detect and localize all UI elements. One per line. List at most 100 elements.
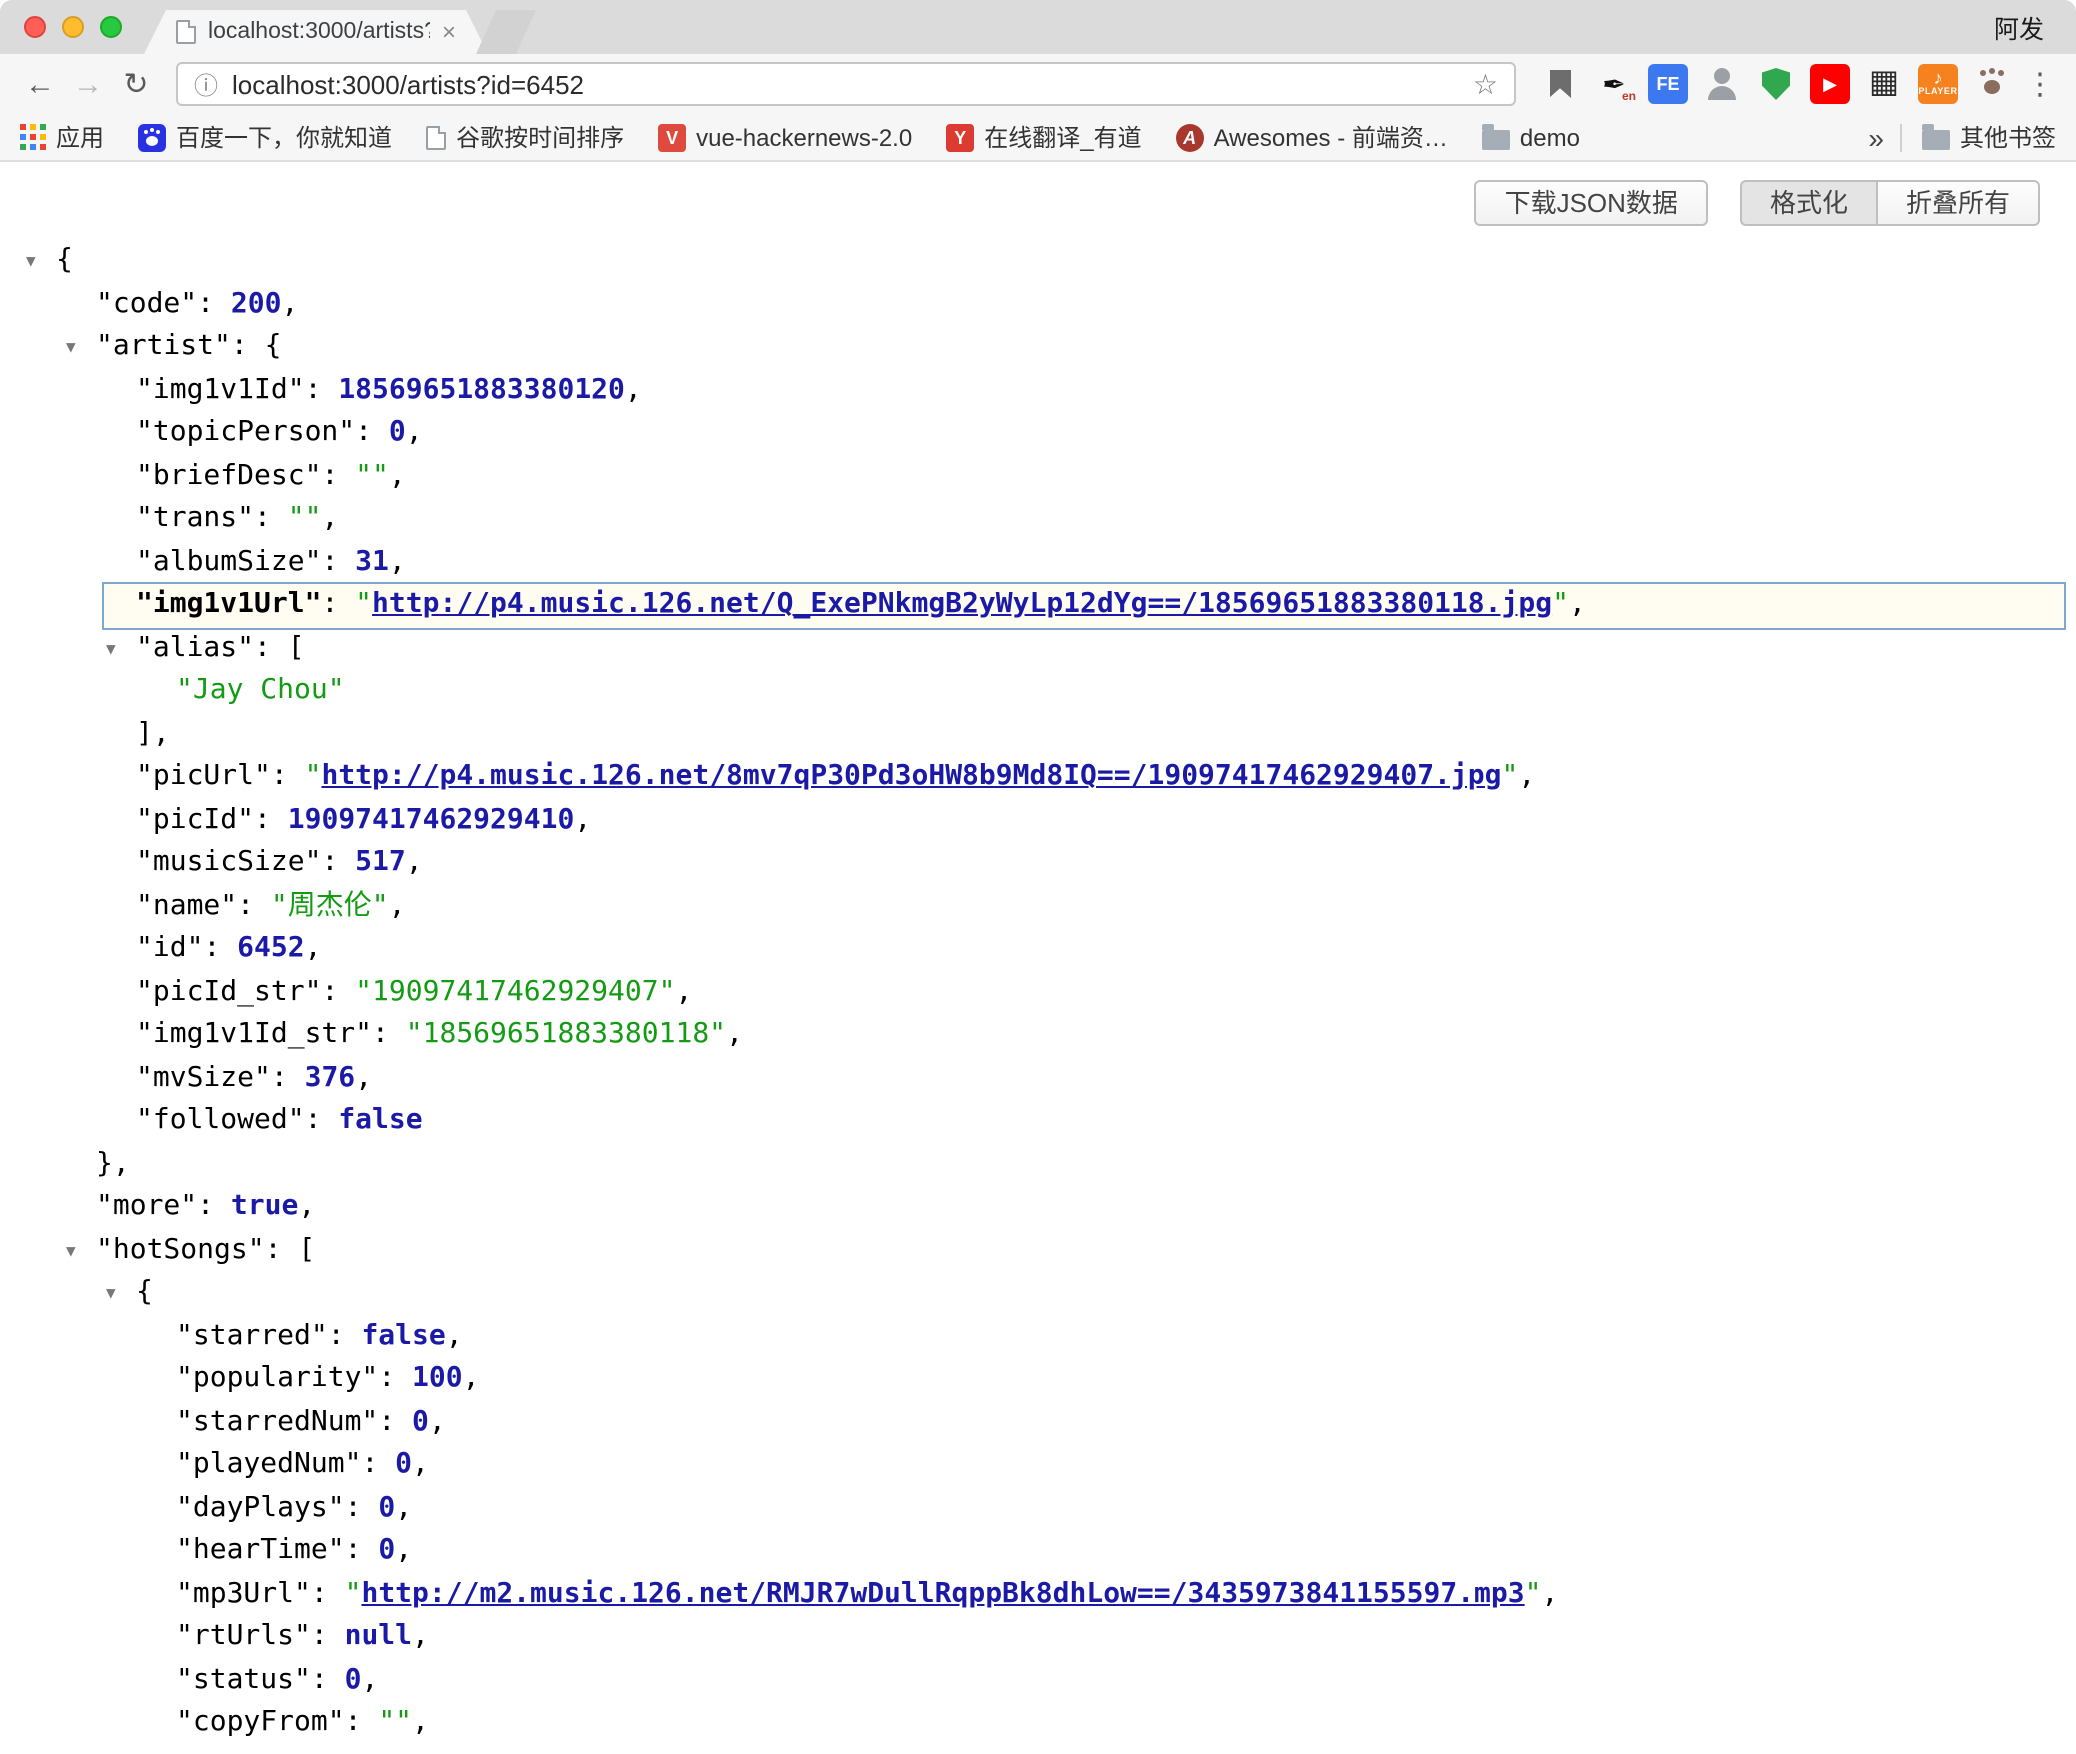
profile-name[interactable]: 阿发 [1994, 8, 2044, 46]
json-line: "img1v1Id": 18569651883380120, [0, 369, 2076, 412]
json-token: : [237, 889, 271, 921]
browser-menu-icon[interactable]: ⋮ [2020, 66, 2060, 102]
collapse-toggle-icon[interactable]: ▼ [66, 1229, 76, 1272]
collapse-toggle-icon[interactable]: ▼ [106, 627, 116, 670]
json-token: : [328, 1319, 362, 1351]
json-token: , [305, 932, 322, 964]
other-bookmarks-label: 其他书签 [1960, 120, 2056, 154]
json-token: { [56, 244, 73, 276]
v-badge-icon: V [658, 123, 686, 151]
json-token: 6452 [237, 932, 304, 964]
json-key: "more" [96, 1190, 197, 1222]
forward-button[interactable]: → [64, 69, 112, 99]
site-info-icon[interactable]: ⓘ [194, 67, 218, 101]
bookmarks-separator [1900, 123, 1902, 151]
json-line: "popularity": 100, [0, 1358, 2076, 1401]
json-key: "img1v1Url" [136, 588, 321, 620]
fehelper-extension-icon[interactable]: FE [1648, 64, 1688, 104]
bookmark-item[interactable]: Vvue-hackernews-2.0 [658, 123, 912, 151]
json-line: "img1v1Url": "http://p4.music.126.net/Q_… [104, 584, 2064, 627]
json-line: "briefDesc": "", [0, 455, 2076, 498]
json-token: : [321, 545, 355, 577]
format-button[interactable]: 格式化 [1740, 180, 1876, 226]
shield-extension-icon[interactable] [1756, 64, 1796, 104]
json-line: ▼"hotSongs": [ [0, 1229, 2076, 1272]
json-key: "starredNum" [176, 1405, 378, 1437]
view-toggle-group: 格式化 折叠所有 [1740, 180, 2040, 226]
reload-button[interactable]: ↻ [112, 69, 160, 99]
json-line: ], [0, 713, 2076, 756]
collapse-toggle-icon[interactable]: ▼ [66, 326, 76, 369]
url-text[interactable]: localhost:3000/artists?id=6452 [232, 69, 1459, 99]
json-line: "trans": "", [0, 498, 2076, 541]
json-token: : [231, 330, 265, 362]
json-token: 18569651883380120 [338, 373, 625, 405]
json-token: }, [96, 1147, 130, 1179]
json-token: , [395, 1534, 412, 1566]
paw-extension-icon[interactable] [1972, 64, 2012, 104]
json-line: "rtUrls": null, [0, 1616, 2076, 1659]
tab-close-icon[interactable]: × [442, 20, 456, 44]
json-token: null [345, 1620, 412, 1652]
window-minimize-button[interactable] [62, 16, 84, 38]
player-extension-icon[interactable]: ♪PLAYER [1918, 64, 1958, 104]
bookmark-item[interactable]: demo [1482, 123, 1580, 151]
browser-window: localhost:3000/artists?id=645 × 阿发 ← → ↻… [0, 0, 2076, 1754]
new-tab-button[interactable] [476, 10, 536, 54]
json-line: "starred": false, [0, 1315, 2076, 1358]
bookmark-item[interactable]: 谷歌按时间排序 [426, 120, 624, 154]
profile-extension-icon[interactable] [1702, 64, 1742, 104]
collapse-toggle-icon[interactable]: ▼ [106, 1272, 116, 1315]
json-token: : [372, 1018, 406, 1050]
json-key: "id" [136, 932, 203, 964]
json-token: : [361, 1448, 395, 1480]
json-key: "musicSize" [136, 846, 321, 878]
json-token: : [254, 502, 288, 534]
collapse-toggle-icon[interactable]: ▼ [26, 240, 36, 283]
collapse-all-button[interactable]: 折叠所有 [1876, 180, 2040, 226]
json-token: , [574, 803, 591, 835]
bookmark-item[interactable]: 应用 [20, 120, 104, 154]
translate-extension-icon[interactable]: ✒en [1594, 64, 1634, 104]
download-json-button[interactable]: 下载JSON数据 [1475, 180, 1708, 226]
json-url-link[interactable]: http://p4.music.126.net/8mv7qP30Pd3oHW8b… [321, 760, 1501, 792]
bookmark-star-icon[interactable]: ☆ [1473, 67, 1498, 101]
json-url-link[interactable]: http://m2.music.126.net/RMJR7wDullRqppBk… [361, 1577, 1524, 1609]
flag-extension-icon[interactable] [1540, 64, 1580, 104]
json-token: ], [136, 717, 170, 749]
bookmark-item[interactable]: Y在线翻译_有道 [946, 120, 1141, 154]
back-button[interactable]: ← [16, 69, 64, 99]
json-token: " [1502, 760, 1519, 792]
json-key: "trans" [136, 502, 254, 534]
youtube-extension-icon[interactable]: ▶ [1810, 64, 1850, 104]
extension-icons: ✒en FE ▶ ▦ ♪PLAYER [1540, 64, 2012, 104]
other-bookmarks-folder[interactable]: 其他书签 [1922, 120, 2056, 154]
window-close-button[interactable] [24, 16, 46, 38]
window-zoom-button[interactable] [100, 16, 122, 38]
bookmarks-overflow-icon[interactable]: » [1852, 121, 1900, 153]
json-token: , [281, 287, 298, 319]
json-token: : [311, 1663, 345, 1695]
json-key: "topicPerson" [136, 416, 355, 448]
json-token: false [338, 1104, 422, 1136]
json-token: [ [298, 1233, 315, 1265]
json-token: : [203, 932, 237, 964]
json-key: "img1v1Id_str" [136, 1018, 372, 1050]
json-token: , [395, 1491, 412, 1523]
bookmark-item[interactable]: AAwesomes - 前端资… [1176, 120, 1448, 154]
json-url-link[interactable]: http://p4.music.126.net/Q_ExePNkmgB2yWyL… [372, 588, 1552, 620]
json-line: "copyFrom": "", [0, 1702, 2076, 1745]
bookmark-item[interactable]: 百度一下，你就知道 [138, 120, 392, 154]
folder-icon [1482, 130, 1510, 150]
bookmark-items: 应用百度一下，你就知道谷歌按时间排序 Vvue-hackernews-2.0 Y在线… [20, 120, 1580, 154]
json-line: ▼"alias": [ [0, 627, 2076, 670]
json-token: , [675, 975, 692, 1007]
json-token: : [345, 1491, 379, 1523]
address-bar[interactable]: ⓘ localhost:3000/artists?id=6452 ☆ [176, 62, 1516, 106]
qrcode-extension-icon[interactable]: ▦ [1864, 64, 1904, 104]
json-token: , [389, 545, 406, 577]
browser-tab[interactable]: localhost:3000/artists?id=645 × [144, 10, 488, 54]
json-token: : [321, 846, 355, 878]
json-token: 200 [231, 287, 282, 319]
json-line: "status": 0, [0, 1659, 2076, 1702]
